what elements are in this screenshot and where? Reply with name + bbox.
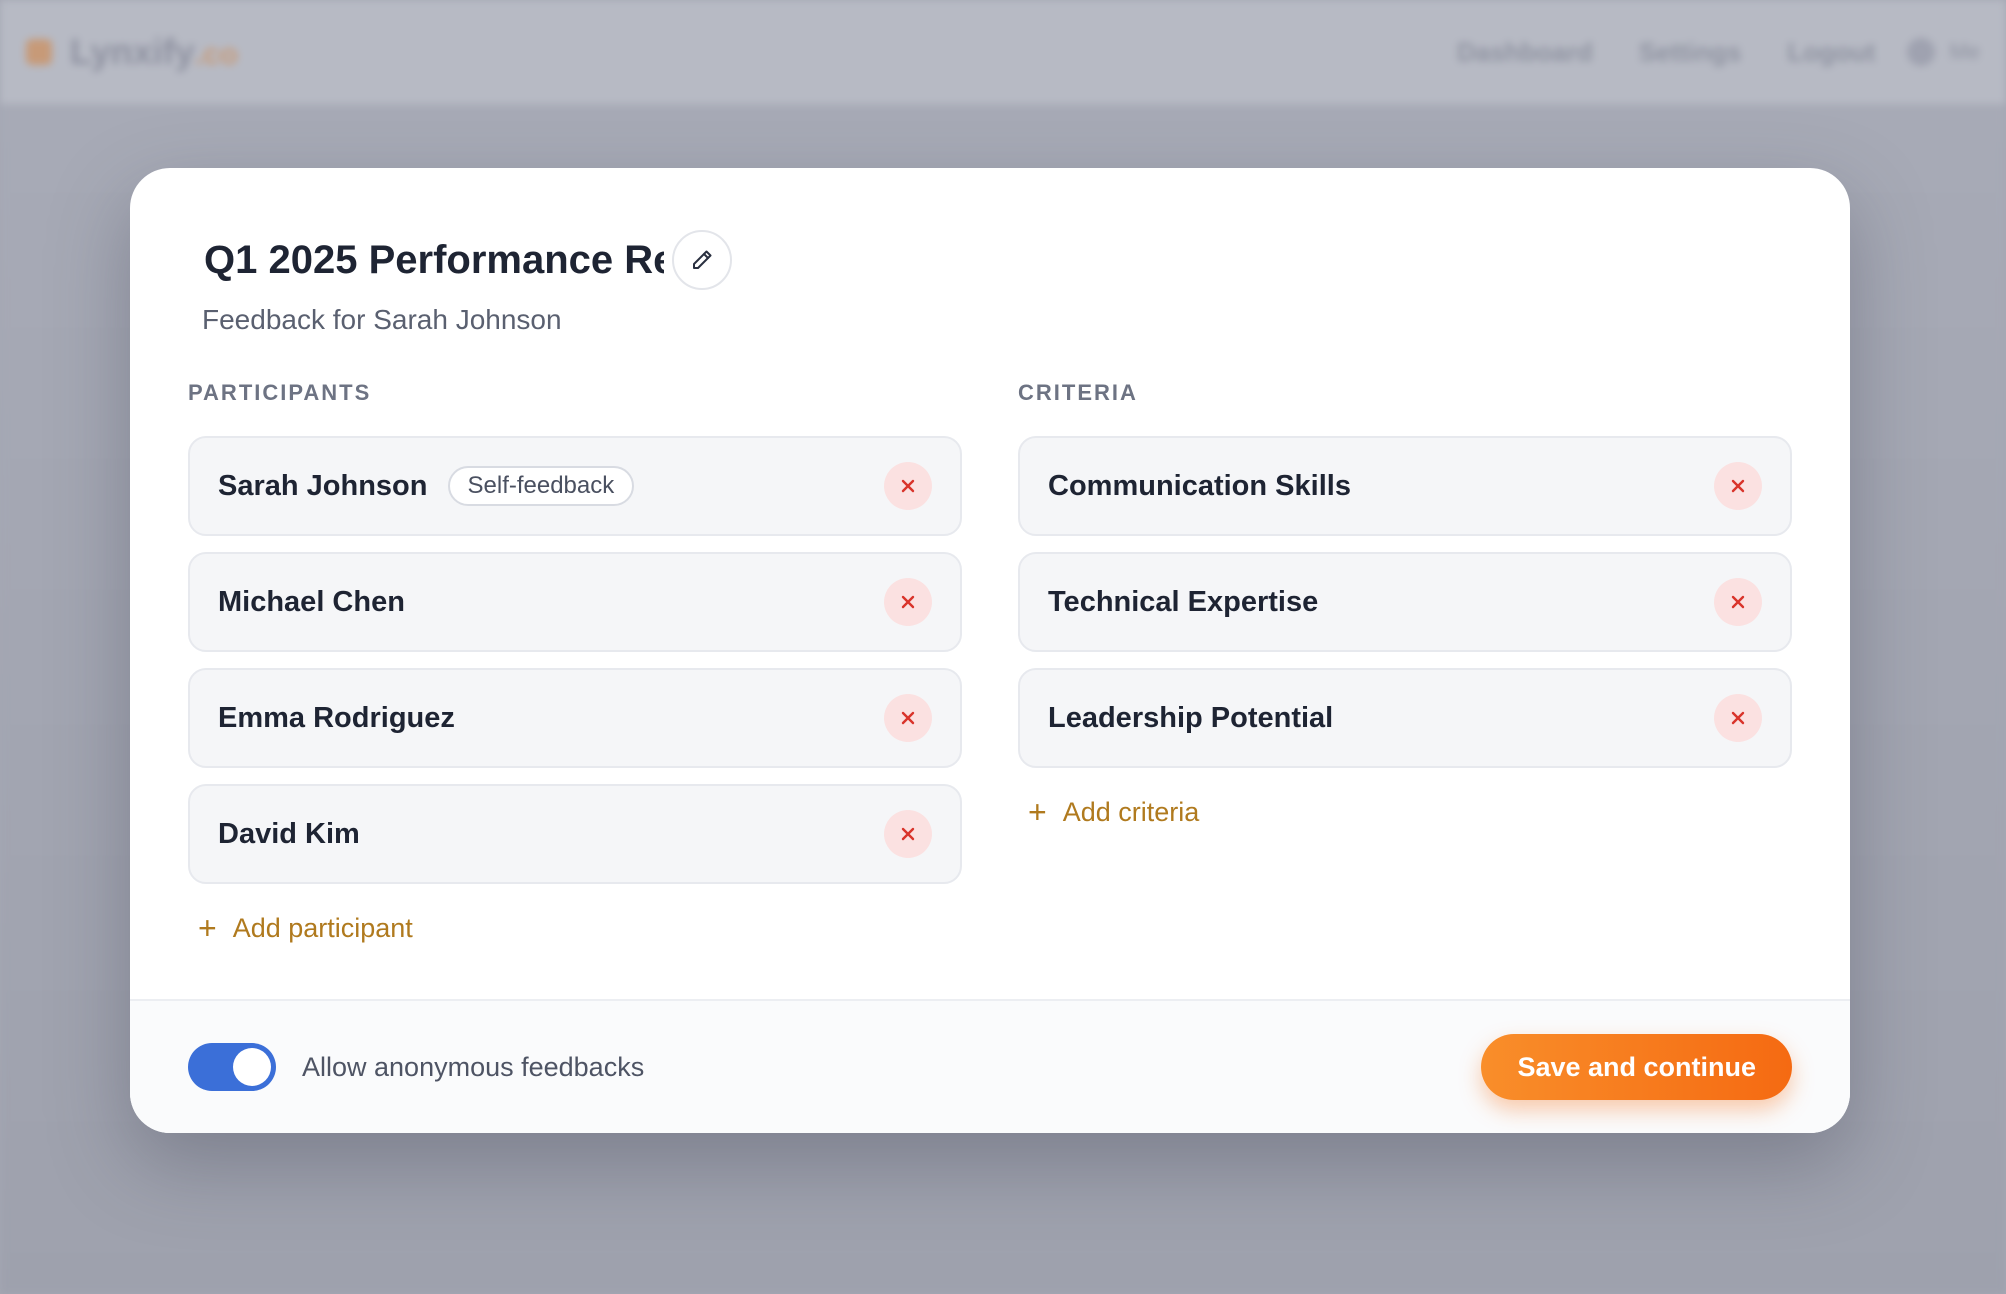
- participant-item: Sarah Johnson Self-feedback: [188, 436, 962, 536]
- participant-item: Emma Rodriguez: [188, 668, 962, 768]
- modal-header: Q1 2025 Performance Re Feedback for Sara…: [202, 230, 732, 336]
- criteria-list: Communication Skills Technical Expertise…: [1018, 436, 1792, 768]
- pencil-icon: [693, 250, 712, 269]
- add-participant-button[interactable]: + Add participant: [198, 912, 962, 944]
- participant-item: Michael Chen: [188, 552, 962, 652]
- title-row: Q1 2025 Performance Re: [204, 230, 732, 290]
- participant-name: David Kim: [218, 817, 360, 850]
- close-icon: [901, 479, 915, 493]
- close-icon: [1731, 711, 1745, 725]
- participant-name: Michael Chen: [218, 585, 405, 618]
- page-title: Q1 2025 Performance Re: [204, 238, 664, 282]
- participants-section: PARTICIPANTS Sarah Johnson Self-feedback…: [188, 380, 962, 944]
- criteria-item: Technical Expertise: [1018, 552, 1792, 652]
- participants-list: Sarah Johnson Self-feedback Michael Chen…: [188, 436, 962, 884]
- background-logo: Lynxify.co: [26, 31, 238, 73]
- criteria-item: Leadership Potential: [1018, 668, 1792, 768]
- criteria-section: CRITERIA Communication Skills Technical …: [1018, 380, 1792, 828]
- criteria-name: Communication Skills: [1048, 469, 1351, 502]
- criteria-name: Technical Expertise: [1048, 585, 1319, 618]
- close-icon: [901, 595, 915, 609]
- background-navbar: Lynxify.co Dashboard Settings Logout Me: [0, 0, 2006, 104]
- criteria-heading: CRITERIA: [1018, 380, 1138, 405]
- anonymous-feedback-label: Allow anonymous feedbacks: [302, 1051, 645, 1082]
- criteria-item: Communication Skills: [1018, 436, 1792, 536]
- remove-participant-button[interactable]: [884, 578, 932, 626]
- user-label: Me: [1949, 39, 1980, 64]
- participant-item: David Kim: [188, 784, 962, 884]
- save-and-continue-button[interactable]: Save and continue: [1481, 1034, 1792, 1100]
- criteria-name: Leadership Potential: [1048, 701, 1334, 734]
- add-criteria-button[interactable]: + Add criteria: [1028, 796, 1792, 828]
- plus-icon: +: [1028, 794, 1047, 830]
- background-user-menu: Me: [1907, 38, 1980, 66]
- nav-link-logout: Logout: [1787, 36, 1876, 67]
- edit-title-button[interactable]: [672, 230, 732, 290]
- toggle-knob: [233, 1048, 271, 1086]
- add-criteria-label: Add criteria: [1062, 796, 1200, 827]
- participant-name: Sarah Johnson: [218, 469, 428, 502]
- remove-criteria-button[interactable]: [1714, 694, 1762, 742]
- remove-criteria-button[interactable]: [1714, 578, 1762, 626]
- feedback-setup-modal: Q1 2025 Performance Re Feedback for Sara…: [130, 168, 1850, 1133]
- remove-criteria-button[interactable]: [1714, 462, 1762, 510]
- self-feedback-badge: Self-feedback: [447, 466, 635, 506]
- modal-footer: Allow anonymous feedbacks Save and conti…: [130, 999, 1850, 1133]
- close-icon: [1731, 595, 1745, 609]
- remove-participant-button[interactable]: [884, 462, 932, 510]
- nav-link-settings: Settings: [1638, 36, 1742, 67]
- background-nav-links: Dashboard Settings Logout: [1457, 37, 1875, 68]
- brand-name: Lynxify: [70, 31, 195, 72]
- add-participant-label: Add participant: [232, 912, 413, 943]
- close-icon: [1731, 479, 1745, 493]
- remove-participant-button[interactable]: [884, 694, 932, 742]
- close-icon: [901, 827, 915, 841]
- participant-name: Emma Rodriguez: [218, 701, 455, 734]
- remove-participant-button[interactable]: [884, 810, 932, 858]
- nav-link-dashboard: Dashboard: [1456, 36, 1593, 67]
- page-subtitle: Feedback for Sarah Johnson: [202, 304, 562, 335]
- participants-heading: PARTICIPANTS: [188, 380, 372, 405]
- plus-icon: +: [198, 910, 217, 946]
- avatar: [1907, 38, 1936, 66]
- logo-mark-icon: [26, 39, 52, 65]
- close-icon: [901, 711, 915, 725]
- brand-suffix: .co: [194, 38, 239, 71]
- anonymous-feedback-toggle[interactable]: [188, 1043, 276, 1091]
